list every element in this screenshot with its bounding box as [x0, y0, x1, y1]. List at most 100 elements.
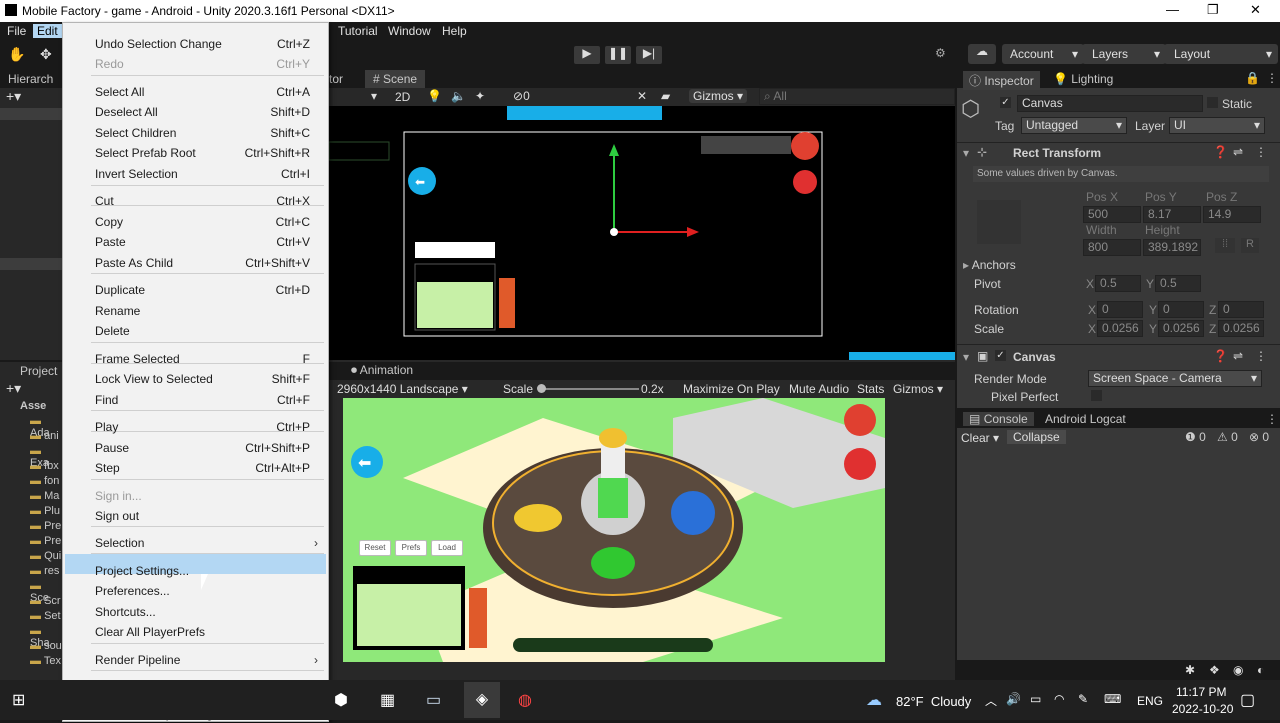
wifi-icon[interactable]: ◠: [1054, 692, 1064, 706]
game-button-prefs[interactable]: Prefs: [395, 540, 427, 556]
menu-edit[interactable]: Edit: [33, 24, 62, 38]
project-folder[interactable]: ▬ Set: [30, 610, 61, 622]
scale-z-field[interactable]: 0.0256: [1218, 320, 1264, 337]
canvas-menu-icon[interactable]: ⋮: [1255, 349, 1267, 363]
menu-item-select-all[interactable]: Select All Ctrl+A: [63, 83, 328, 101]
canvas-component-header[interactable]: Canvas: [1013, 350, 1056, 364]
canvas-help-icon[interactable]: ❓: [1213, 349, 1228, 363]
menu-item-paste[interactable]: Paste Ctrl+V: [63, 233, 328, 251]
unity-hub-icon[interactable]: ⬢: [334, 690, 348, 710]
cache-icon[interactable]: ◉: [1233, 663, 1243, 677]
anchor-preset-icon[interactable]: [977, 200, 1021, 244]
project-folder[interactable]: ▬ fbx: [30, 460, 59, 472]
scene-viewport[interactable]: ⬅: [327, 106, 955, 372]
collab-icon[interactable]: ⚙: [935, 46, 946, 60]
move-tool-icon[interactable]: ✥: [40, 46, 52, 63]
menu-item-sign-in[interactable]: Sign in...: [63, 487, 328, 505]
menu-file[interactable]: File: [7, 24, 26, 38]
menu-item-find[interactable]: Find Ctrl+F: [63, 391, 328, 409]
log-count[interactable]: ❶ 0: [1185, 430, 1206, 444]
game-button-load[interactable]: Load: [431, 540, 463, 556]
menu-item-project-settings[interactable]: Project Settings...: [63, 562, 328, 580]
shading-dropdown[interactable]: ▾: [371, 89, 377, 103]
menu-item-cut[interactable]: Cut Ctrl+X: [63, 192, 328, 210]
menu-item-selection[interactable]: Selection ›: [63, 534, 328, 552]
pos-x-field[interactable]: 500: [1083, 206, 1141, 223]
maximize-on-play-toggle[interactable]: Maximize On Play: [683, 382, 780, 396]
project-folder[interactable]: ▬ ani: [30, 430, 59, 442]
more-options-icon[interactable]: ⋮: [1266, 71, 1278, 85]
menu-item-preferences[interactable]: Preferences...: [63, 582, 328, 600]
height-field[interactable]: 389.1892: [1143, 239, 1201, 256]
account-dropdown[interactable]: Account ▾: [1002, 44, 1084, 64]
anchors-foldout[interactable]: ▸ Anchors: [963, 258, 1016, 272]
settings-icon[interactable]: ⇌: [1233, 145, 1243, 159]
menu-tutorial[interactable]: Tutorial: [338, 24, 378, 38]
menu-item-play[interactable]: Play Ctrl+P: [63, 418, 328, 436]
game-viewport[interactable]: ⬅ Reset Prefs Load: [343, 398, 885, 662]
menu-item-frame-selected[interactable]: Frame Selected F: [63, 350, 328, 368]
width-field[interactable]: 800: [1083, 239, 1141, 256]
volume-icon[interactable]: 🔊: [1006, 692, 1021, 706]
tab-project[interactable]: Project: [20, 364, 57, 378]
pivot-y-field[interactable]: 0.5: [1155, 275, 1201, 292]
component-menu-icon[interactable]: ⋮: [1255, 145, 1267, 159]
start-windows-icon[interactable]: ⊞: [12, 690, 25, 710]
project-folder[interactable]: ▬ sou: [30, 640, 62, 652]
scene-gizmos-dropdown[interactable]: Gizmos ▾: [689, 89, 748, 103]
lock-icon[interactable]: 🔒: [1245, 71, 1260, 85]
pos-y-field[interactable]: 8.17: [1143, 206, 1201, 223]
menu-item-invert-selection[interactable]: Invert Selection Ctrl+I: [63, 165, 328, 183]
hand-tool-icon[interactable]: ✋: [8, 46, 25, 63]
project-folder[interactable]: ▬ Pre: [30, 520, 61, 532]
pause-button[interactable]: ❚❚: [605, 46, 631, 64]
warning-count[interactable]: ⚠ 0: [1217, 430, 1238, 444]
project-folder[interactable]: ▬ Ma: [30, 490, 59, 502]
pen-icon[interactable]: ✎: [1078, 692, 1088, 706]
rect-transform-foldout-icon[interactable]: ▾: [963, 146, 969, 160]
menu-item-paste-as-child[interactable]: Paste As Child Ctrl+Shift+V: [63, 254, 328, 272]
raw-edit-button[interactable]: R: [1241, 238, 1259, 253]
play-button[interactable]: ▶: [574, 46, 600, 64]
menu-item-copy[interactable]: Copy Ctrl+C: [63, 213, 328, 231]
menu-window[interactable]: Window: [388, 24, 431, 38]
static-checkbox[interactable]: [1207, 97, 1218, 108]
calculator-icon[interactable]: ▦: [380, 690, 395, 710]
pivot-x-field[interactable]: 0.5: [1095, 275, 1141, 292]
camera-icon[interactable]: ▰: [661, 89, 670, 103]
rect-transform-header[interactable]: Rect Transform: [1013, 146, 1101, 160]
clear-dropdown[interactable]: Clear ▾: [961, 431, 999, 445]
project-folder[interactable]: ▬ Scr: [30, 595, 61, 607]
add-asset-icon[interactable]: +▾: [6, 380, 21, 397]
project-folder[interactable]: ▬ Qui: [30, 550, 61, 562]
game-gizmos-dropdown[interactable]: Gizmos ▾: [893, 382, 943, 396]
weather-text[interactable]: 82°F Cloudy: [896, 694, 971, 709]
menu-item-lock-view-to-selected[interactable]: Lock View to Selected Shift+F: [63, 370, 328, 388]
mute-audio-toggle[interactable]: Mute Audio: [789, 382, 849, 396]
tag-dropdown[interactable]: Untagged ▾: [1021, 117, 1127, 134]
mode-2d-button[interactable]: 2D: [395, 90, 410, 104]
restore-button[interactable]: ❐: [1207, 2, 1219, 18]
tray-chevron-icon[interactable]: ︿: [985, 692, 997, 709]
game-resolution-dropdown[interactable]: 2960x1440 Landscape ▾: [337, 382, 468, 396]
menu-item-duplicate[interactable]: Duplicate Ctrl+D: [63, 281, 328, 299]
active-checkbox[interactable]: ✓: [1000, 97, 1011, 108]
object-name-field[interactable]: Canvas: [1017, 95, 1203, 112]
layer-dropdown[interactable]: UI ▾: [1169, 117, 1265, 134]
audio-toggle-icon[interactable]: 🔈: [451, 89, 466, 103]
rot-y-field[interactable]: 0: [1158, 301, 1204, 318]
menu-item-clear-all-playerprefs[interactable]: Clear All PlayerPrefs: [63, 623, 328, 641]
menu-item-render-pipeline[interactable]: Render Pipeline ›: [63, 651, 328, 669]
menu-item-redo[interactable]: Redo Ctrl+Y: [63, 55, 328, 73]
step-button[interactable]: ▶|: [636, 46, 662, 64]
menu-item-undo-selection-change[interactable]: Undo Selection Change Ctrl+Z: [63, 35, 328, 53]
menu-help[interactable]: Help: [442, 24, 467, 38]
light-toggle-icon[interactable]: 💡: [427, 89, 442, 103]
rot-x-field[interactable]: 0: [1097, 301, 1143, 318]
clock-time[interactable]: 11:17 PM: [1176, 685, 1226, 699]
notifications-icon[interactable]: ▢: [1240, 690, 1255, 710]
assets-root[interactable]: Asse: [20, 400, 46, 412]
project-folder[interactable]: ▬ res: [30, 565, 59, 577]
project-folder[interactable]: ▬ fon: [30, 475, 59, 487]
cloud-icon[interactable]: ☁: [968, 44, 996, 64]
